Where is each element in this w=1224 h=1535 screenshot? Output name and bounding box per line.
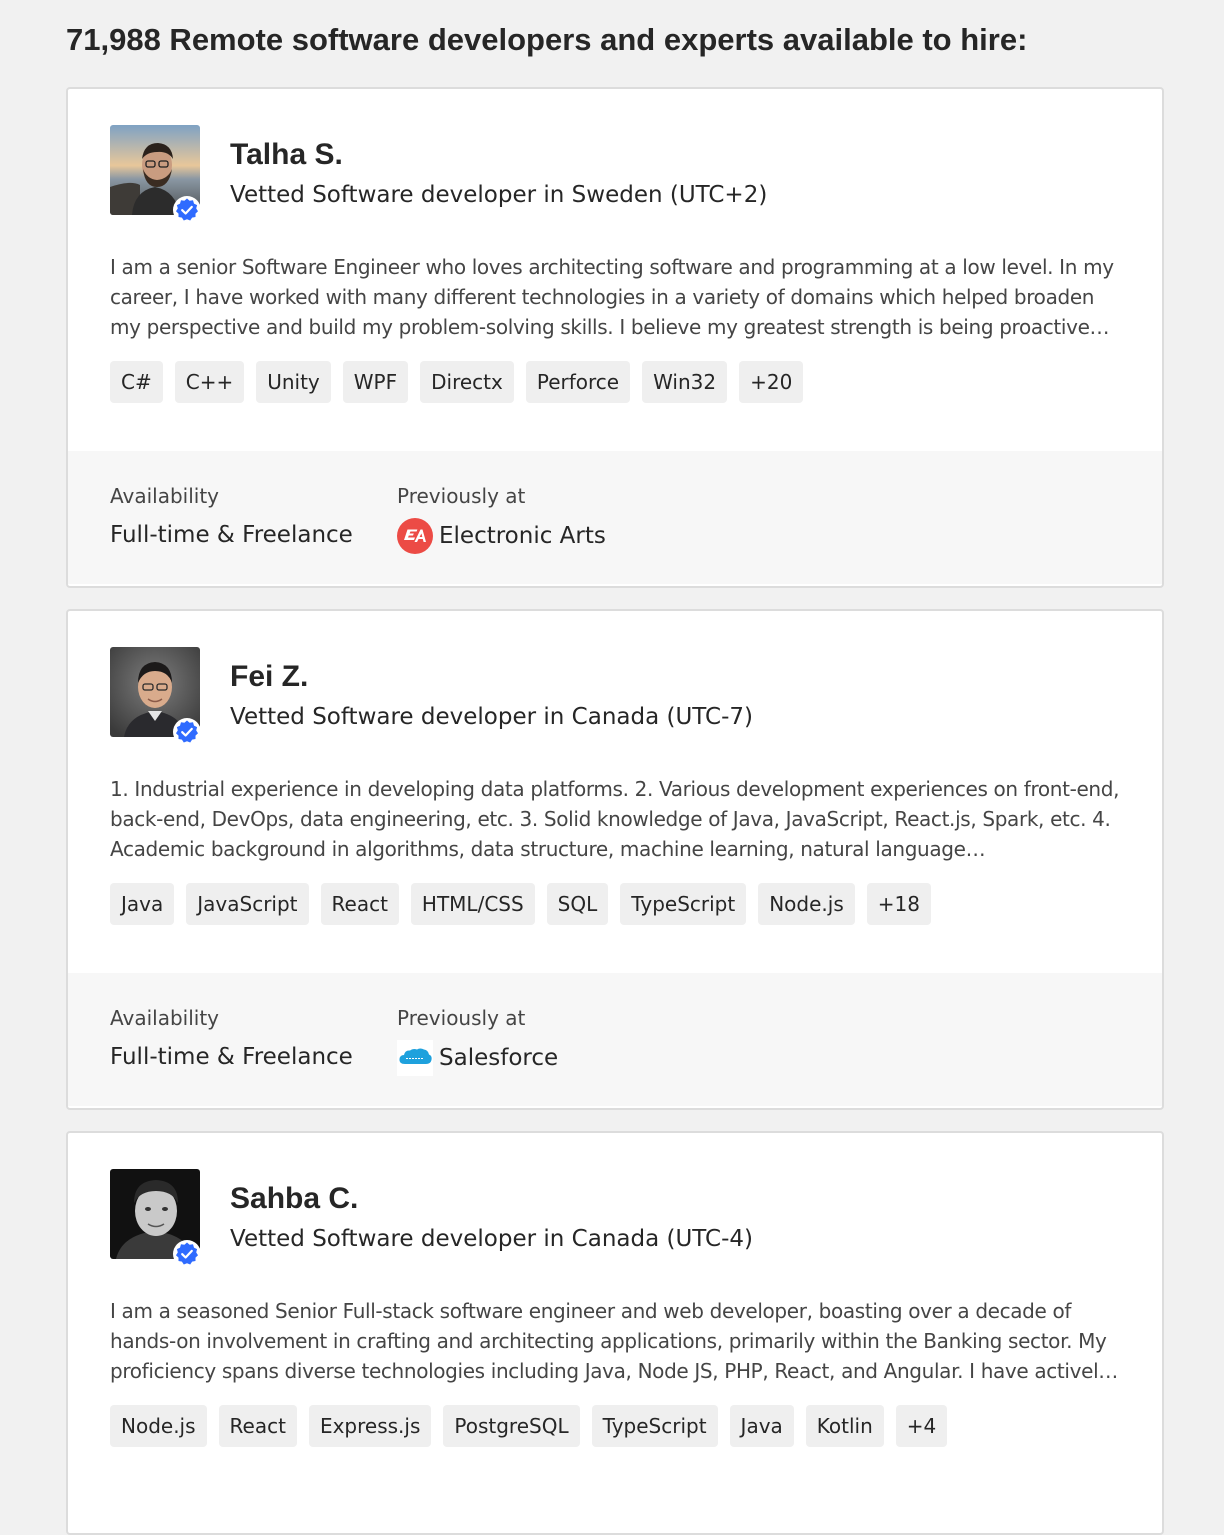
skill-tag: Unity [256, 361, 331, 403]
skill-tag: React [218, 1405, 297, 1447]
skill-tag: JavaScript [186, 883, 309, 925]
more-skills-tag[interactable]: +4 [895, 1405, 948, 1447]
more-skills-tag[interactable]: +20 [739, 361, 804, 403]
developer-name[interactable]: Talha S. [230, 135, 343, 175]
developer-bio: I am a seasoned Senior Full-stack softwa… [110, 1299, 1118, 1383]
skill-tag: Win32 [642, 361, 728, 403]
availability-value: Full-time & Freelance [110, 1044, 353, 1070]
skill-tag: TypeScript [591, 1405, 718, 1447]
skill-tag: React [320, 883, 399, 925]
ea-logo-icon [397, 518, 433, 554]
avatar[interactable] [110, 647, 201, 746]
skill-tags: Java JavaScript React HTML/CSS SQL TypeS… [110, 883, 931, 925]
developer-card[interactable]: Fei Z. Vetted Software developer in Cana… [66, 609, 1164, 1110]
page-title: 71,988 Remote software developers and ex… [66, 22, 1028, 57]
skill-tag: WPF [342, 361, 409, 403]
skill-tag: Node.js [758, 883, 855, 925]
skill-tag: Java [110, 883, 175, 925]
availability-value: Full-time & Freelance [110, 522, 353, 548]
skill-tag: SQL [546, 883, 609, 925]
salesforce-logo-icon [397, 1040, 433, 1076]
developer-name[interactable]: Fei Z. [230, 657, 308, 697]
previous-company: Electronic Arts [397, 518, 606, 554]
previous-company-name: Salesforce [439, 1045, 559, 1071]
developer-card[interactable]: Sahba C. Vetted Software developer in Ca… [66, 1131, 1164, 1535]
skill-tag: Perforce [525, 361, 631, 403]
developer-name[interactable]: Sahba C. [230, 1179, 358, 1219]
skill-tag: PostgreSQL [443, 1405, 580, 1447]
previous-company: Salesforce [397, 1040, 558, 1076]
verified-badge-icon [172, 717, 202, 747]
skill-tag: C++ [174, 361, 245, 403]
skill-tag: TypeScript [620, 883, 747, 925]
previously-at-label: Previously at [397, 1006, 526, 1030]
developer-bio: I am a senior Software Engineer who love… [110, 255, 1114, 339]
skill-tag: C# [110, 361, 163, 403]
card-footer: Availability Full-time & Freelance Previ… [68, 451, 1162, 584]
skill-tag: Directx [420, 361, 514, 403]
developer-role: Vetted Software developer in Canada (UTC… [230, 1226, 753, 1252]
developer-role: Vetted Software developer in Canada (UTC… [230, 704, 753, 730]
skill-tag: Node.js [110, 1405, 207, 1447]
skill-tag: Kotlin [805, 1405, 884, 1447]
avatar[interactable] [110, 125, 201, 224]
previous-company-name: Electronic Arts [439, 523, 606, 549]
skill-tag: Express.js [308, 1405, 432, 1447]
developer-list-page: 71,988 Remote software developers and ex… [0, 0, 1224, 1535]
verified-badge-icon [172, 195, 202, 225]
skill-tag: HTML/CSS [410, 883, 535, 925]
developer-role: Vetted Software developer in Sweden (UTC… [230, 182, 768, 208]
verified-badge-icon [172, 1239, 202, 1269]
developer-card[interactable]: Talha S. Vetted Software developer in Sw… [66, 87, 1164, 588]
availability-label: Availability [110, 484, 220, 508]
previously-at-label: Previously at [397, 484, 526, 508]
skill-tags: Node.js React Express.js PostgreSQL Type… [110, 1405, 948, 1447]
more-skills-tag[interactable]: +18 [866, 883, 931, 925]
avatar[interactable] [110, 1169, 201, 1268]
availability-label: Availability [110, 1006, 220, 1030]
skill-tag: Java [729, 1405, 794, 1447]
skill-tags: C# C++ Unity WPF Directx Perforce Win32 … [110, 361, 804, 403]
developer-bio: 1. Industrial experience in developing d… [110, 777, 1120, 861]
card-footer: Availability Full-time & Freelance Previ… [68, 973, 1162, 1106]
